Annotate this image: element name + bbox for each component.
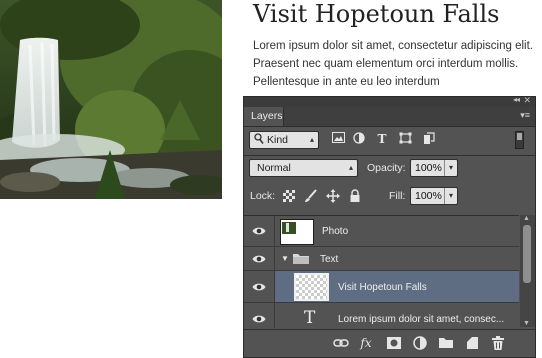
fill-label: Fill:: [389, 190, 406, 202]
layer-thumbnail: [280, 219, 314, 245]
disclosure-triangle-icon[interactable]: ▼: [281, 254, 289, 263]
filter-kind-select[interactable]: Kind ▴: [249, 131, 319, 149]
lock-all-icon[interactable]: [348, 189, 362, 203]
layer-name: Photo: [322, 226, 349, 237]
filter-row: Kind ▴ T: [244, 131, 535, 153]
waterfall-photo: [0, 0, 222, 199]
link-layers-icon[interactable]: [333, 335, 349, 351]
adjustment-layer-icon[interactable]: [412, 335, 428, 351]
scroll-up-icon[interactable]: ▲: [523, 215, 530, 222]
layers-list: Photo ▼ Text Visit Hopetoun Falls T Lore…: [244, 215, 519, 328]
lock-image-pixels-icon[interactable]: [304, 189, 318, 203]
type-layer-icon: T: [304, 308, 316, 328]
layer-row-photo[interactable]: Photo: [244, 216, 519, 247]
layer-row-text-group[interactable]: ▼ Text: [244, 247, 519, 271]
fill-field[interactable]: 100% ▾: [410, 187, 458, 205]
close-panel-icon[interactable]: ✕: [523, 95, 531, 106]
fx-icon[interactable]: fx: [358, 335, 374, 351]
chevron-down-icon[interactable]: ▾: [449, 188, 453, 204]
smart-object-filter-icon[interactable]: [422, 132, 436, 146]
eye-icon[interactable]: [252, 254, 266, 264]
opacity-value: 100%: [415, 162, 442, 174]
article-body: Lorem ipsum dolor sit amet, consectetur …: [253, 40, 533, 88]
blend-mode-value: Normal: [257, 162, 291, 174]
scroll-thumb[interactable]: [523, 225, 531, 283]
lock-position-icon[interactable]: [326, 189, 340, 203]
layer-row-visit-hopetoun-falls[interactable]: Visit Hopetoun Falls: [244, 271, 519, 303]
blend-mode-select[interactable]: Normal ▴: [249, 159, 358, 177]
layer-row-lorem-ipsum[interactable]: T Lorem ipsum dolor sit amet, consec...: [244, 303, 519, 328]
eye-icon[interactable]: [252, 282, 266, 292]
scroll-down-icon[interactable]: ▼: [523, 320, 530, 327]
layers-scrollbar[interactable]: ▲ ▼: [520, 215, 535, 327]
panel-menu-icon[interactable]: ▾≡: [520, 110, 530, 121]
article-title: Visit Hopetoun Falls: [253, 0, 500, 28]
trash-icon[interactable]: [490, 335, 506, 351]
blend-row: Normal ▴ Opacity: 100% ▾: [244, 159, 535, 181]
field-divider: [444, 160, 445, 176]
lock-transparent-pixels-icon[interactable]: [282, 189, 296, 203]
new-group-icon[interactable]: [438, 335, 454, 351]
adjustment-filter-icon[interactable]: [352, 132, 366, 146]
tab-layers[interactable]: Layers: [244, 107, 284, 126]
opacity-field[interactable]: 100% ▾: [410, 159, 458, 177]
lock-row: Lock: Fill: 100% ▾: [244, 187, 535, 209]
new-layer-icon[interactable]: [464, 335, 480, 351]
layer-name: Text: [320, 254, 339, 265]
image-filter-icon[interactable]: [331, 132, 345, 146]
panel-tabbar: Layers ▾≡: [244, 107, 535, 127]
layer-name: Lorem ipsum dolor sit amet, consec...: [338, 314, 505, 325]
eye-icon[interactable]: [252, 226, 266, 236]
type-filter-icon[interactable]: T: [375, 132, 389, 146]
filter-kind-value: Kind: [267, 134, 289, 146]
field-divider: [444, 188, 445, 204]
panel-titlebar[interactable]: ◂◂ ✕: [244, 95, 535, 107]
eye-icon[interactable]: [252, 314, 266, 324]
collapse-panel-icon[interactable]: ◂◂: [513, 95, 520, 104]
layer-name: Visit Hopetoun Falls: [338, 282, 427, 293]
divider: [244, 155, 535, 156]
shape-filter-icon[interactable]: [398, 132, 412, 146]
opacity-label: Opacity:: [367, 162, 406, 174]
folder-icon: [293, 254, 309, 264]
fill-value: 100%: [415, 190, 442, 202]
chevron-down-icon[interactable]: ▾: [449, 160, 453, 176]
filter-toggle-switch[interactable]: [515, 131, 524, 149]
add-mask-icon[interactable]: [386, 335, 402, 351]
stepper-arrows-icon: ▴: [348, 163, 353, 172]
lock-label: Lock:: [250, 190, 276, 202]
layers-bottom-toolbar: fx: [244, 329, 535, 357]
layers-panel: ◂◂ ✕ Layers ▾≡ Kind ▴ T Normal ▴ Opacity…: [243, 95, 536, 358]
stepper-arrows-icon: ▴: [309, 135, 314, 144]
layer-thumbnail: [294, 273, 329, 301]
search-icon: [254, 133, 264, 144]
